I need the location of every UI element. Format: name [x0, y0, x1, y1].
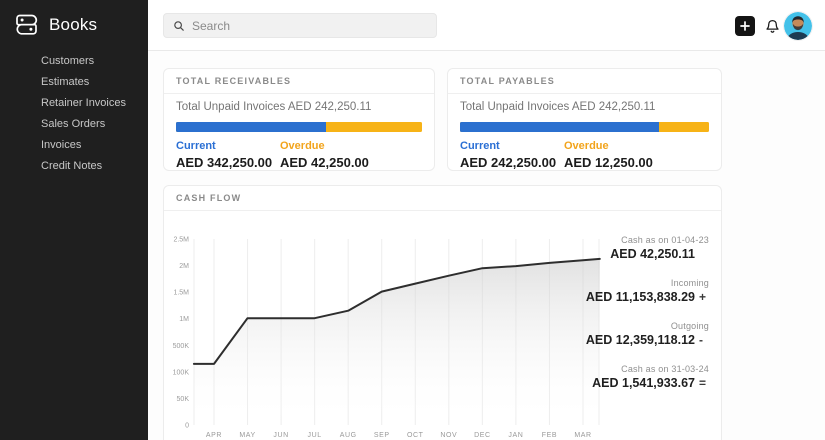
stat-value: AED 12,359,118.12: [586, 333, 695, 347]
app-title: Books: [49, 15, 97, 35]
svg-text:JAN: JAN: [508, 432, 523, 439]
receivables-current-label: Current: [176, 140, 280, 152]
sidebar-item-customers[interactable]: Customers: [0, 50, 148, 71]
cash-flow-chart: 2.5M 2M 1.5M 1M 500K 100K 50K 0 APR MAY JUN JUL AUG S…: [169, 229, 609, 440]
payables-overdue-label: Overdue: [564, 140, 653, 152]
svg-text:AUG: AUG: [340, 432, 357, 439]
payables-overdue-value: AED 12,250.00: [564, 155, 653, 170]
cash-flow-card: CASH FLOW 2.5M 2M 1.5M 1M 500K 100K 50K 0 APR MAY…: [163, 185, 722, 440]
minus-symbol: -: [699, 333, 709, 347]
payables-progress-bar: [460, 122, 709, 132]
receivables-title: TOTAL RECEIVABLES: [164, 69, 434, 94]
search-input[interactable]: [192, 19, 412, 33]
payables-current-segment: [460, 122, 659, 132]
total-payables-card: TOTAL PAYABLES Total Unpaid Invoices AED…: [447, 68, 722, 171]
sidebar-item-invoices[interactable]: Invoices: [0, 134, 148, 155]
svg-text:MAY: MAY: [239, 432, 255, 439]
quick-add-button[interactable]: [735, 16, 755, 36]
svg-text:DEC: DEC: [474, 432, 491, 439]
sidebar-item-credit-notes[interactable]: Credit Notes: [0, 155, 148, 176]
sidebar-item-sales-orders[interactable]: Sales Orders: [0, 113, 148, 134]
sidebar-nav: Home Items Banking: [0, 50, 148, 176]
cash-flow-stats: Cash as on 01-04-23 AED 42,250.11 Incomi…: [549, 235, 709, 407]
receivables-overdue-label: Overdue: [280, 140, 369, 152]
equals-symbol: =: [699, 376, 709, 390]
sidebar-item-retainer-invoices[interactable]: Retainer Invoices: [0, 92, 148, 113]
stat-closing-balance: Cash as on 31-03-24 AED 1,541,933.67=: [549, 364, 709, 390]
topbar: [148, 0, 825, 51]
payables-subtitle: Total Unpaid Invoices AED 242,250.11: [460, 101, 709, 113]
stat-outgoing: Outgoing AED 12,359,118.12-: [549, 321, 709, 347]
svg-text:NOV: NOV: [440, 432, 457, 439]
receivables-overdue-value: AED 42,250.00: [280, 155, 369, 170]
receivables-progress-bar: [176, 122, 422, 132]
avatar-image: [784, 12, 812, 40]
svg-text:APR: APR: [206, 432, 222, 439]
svg-text:100K: 100K: [173, 369, 190, 376]
books-dashboard: Books Home Items: [0, 0, 825, 440]
svg-text:50K: 50K: [177, 396, 190, 403]
notifications-button[interactable]: [762, 16, 782, 36]
svg-text:2.5M: 2.5M: [173, 237, 189, 244]
cash-flow-area-chart: 2.5M 2M 1.5M 1M 500K 100K 50K 0 APR MAY JUN JUL AUG S…: [169, 229, 609, 440]
search-box: [163, 13, 437, 38]
plus-symbol: +: [699, 290, 709, 304]
svg-text:1.5M: 1.5M: [173, 290, 189, 297]
receivables-current-segment: [176, 122, 326, 132]
cash-flow-title: CASH FLOW: [164, 186, 721, 211]
svg-text:MAR: MAR: [574, 432, 591, 439]
payables-title: TOTAL PAYABLES: [448, 69, 721, 94]
books-logo-icon: [13, 11, 40, 38]
svg-text:JUL: JUL: [308, 432, 322, 439]
payables-current-value: AED 242,250.00: [460, 155, 564, 170]
sidebar-item-estimates[interactable]: Estimates: [0, 71, 148, 92]
svg-text:500K: 500K: [173, 343, 190, 350]
main-area: TOTAL RECEIVABLES Total Unpaid Invoices …: [148, 0, 825, 440]
receivables-current-value: AED 342,250.00: [176, 155, 280, 170]
app-logo[interactable]: Books: [0, 0, 148, 47]
svg-text:0: 0: [185, 423, 189, 430]
stat-value: AED 42,250.11: [610, 247, 695, 261]
svg-text:JUN: JUN: [273, 432, 288, 439]
total-receivables-card: TOTAL RECEIVABLES Total Unpaid Invoices …: [163, 68, 435, 171]
stat-opening-balance: Cash as on 01-04-23 AED 42,250.11: [549, 235, 709, 261]
bell-icon: [764, 18, 781, 35]
receivables-subtitle: Total Unpaid Invoices AED 242,250.11: [176, 101, 422, 113]
stat-incoming: Incoming AED 11,153,838.29+: [549, 278, 709, 304]
svg-text:SEP: SEP: [374, 432, 390, 439]
plus-icon: [740, 21, 750, 31]
payables-current-label: Current: [460, 140, 564, 152]
search-icon: [173, 20, 185, 32]
svg-text:OCT: OCT: [407, 432, 424, 439]
stat-value: AED 1,541,933.67: [592, 376, 695, 390]
svg-text:2M: 2M: [179, 263, 189, 270]
svg-text:FEB: FEB: [542, 432, 557, 439]
user-avatar[interactable]: [784, 12, 812, 40]
stat-value: AED 11,153,838.29: [586, 290, 695, 304]
sidebar: Books Home Items: [0, 0, 148, 440]
svg-text:1M: 1M: [179, 316, 189, 323]
